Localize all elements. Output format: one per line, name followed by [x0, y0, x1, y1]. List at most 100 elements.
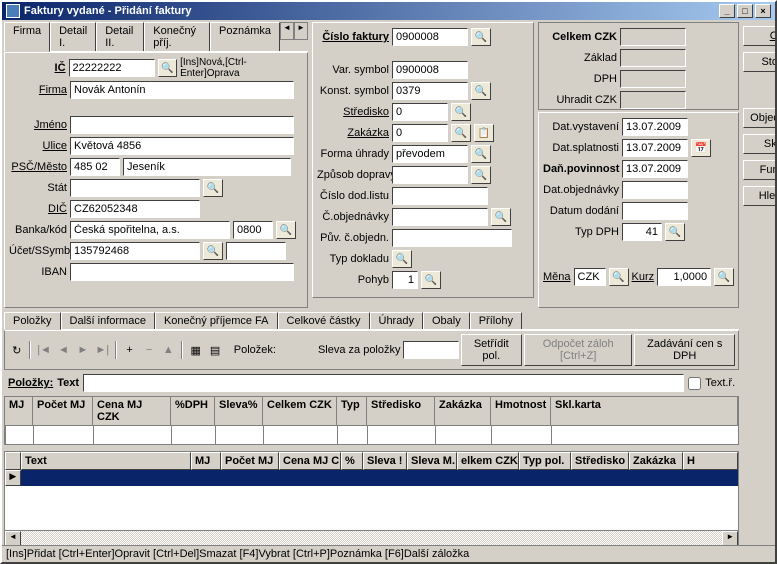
refresh-icon[interactable]: ↻ — [8, 340, 25, 360]
edit-icon[interactable]: ▲ — [160, 340, 177, 360]
dph-cell[interactable] — [171, 426, 215, 444]
sleva-input[interactable] — [403, 341, 459, 359]
ic-lookup-icon[interactable]: 🔍 — [158, 59, 178, 77]
stred-lookup-icon[interactable]: 🔍 — [451, 103, 471, 121]
mena-lookup-icon[interactable]: 🔍 — [609, 268, 629, 286]
tab-poznamka[interactable]: Poznámka — [210, 22, 280, 51]
dic-input[interactable] — [70, 200, 200, 218]
danpov-input[interactable] — [622, 160, 688, 178]
doprava-input[interactable] — [392, 166, 468, 184]
close-button[interactable]: × — [755, 4, 771, 18]
iban-input[interactable] — [70, 263, 294, 281]
celkem-cell[interactable] — [263, 426, 337, 444]
table-row[interactable] — [21, 470, 738, 486]
row-indicator-icon[interactable]: ▶ — [5, 470, 21, 486]
typdok-lookup-icon[interactable]: 🔍 — [392, 250, 412, 268]
storno-button[interactable]: Storno — [743, 52, 775, 72]
minimize-button[interactable]: _ — [719, 4, 735, 18]
last-icon[interactable]: ►| — [94, 340, 111, 360]
first-icon[interactable]: |◄ — [35, 340, 52, 360]
cislo-lookup-icon[interactable]: 🔍 — [471, 28, 491, 46]
mj-cell[interactable] — [5, 426, 33, 444]
scroll-right-icon[interactable]: ► — [722, 531, 738, 545]
mena-input[interactable] — [574, 268, 606, 286]
pocet-cell[interactable] — [33, 426, 93, 444]
typdph-input[interactable] — [622, 223, 662, 241]
ssymb-input[interactable] — [226, 242, 286, 260]
textr-checkbox[interactable] — [688, 377, 701, 390]
dodlist-input[interactable] — [392, 187, 488, 205]
stat-input[interactable] — [70, 179, 200, 197]
add-icon[interactable]: + — [121, 340, 138, 360]
mesto-input[interactable] — [123, 158, 291, 176]
stred-input[interactable] — [392, 103, 448, 121]
cobjed-input[interactable] — [392, 208, 488, 226]
odpocet-button[interactable]: Odpočet záloh [Ctrl+Z] — [524, 334, 632, 366]
tab-prev-icon[interactable]: ◄ — [280, 22, 294, 40]
psc-input[interactable] — [70, 158, 120, 176]
pohyb-input[interactable] — [392, 271, 418, 289]
splat-input[interactable] — [622, 139, 688, 157]
tab-konecnyfa[interactable]: Konečný příjemce FA — [155, 312, 278, 329]
objednavky-button[interactable]: Objednávky — [743, 108, 775, 128]
maximize-button[interactable]: □ — [737, 4, 753, 18]
typdph-lookup-icon[interactable]: 🔍 — [665, 223, 685, 241]
sklad-button[interactable]: Sklad — [743, 134, 775, 154]
setridit-button[interactable]: Setřídit pol. — [461, 334, 523, 366]
jmeno-input[interactable] — [70, 116, 294, 134]
var-input[interactable] — [392, 61, 468, 79]
sleva-cell[interactable] — [215, 426, 263, 444]
forma-input[interactable] — [392, 145, 468, 163]
next-icon[interactable]: ► — [74, 340, 91, 360]
kurz-input[interactable] — [657, 268, 711, 286]
cislo-input[interactable] — [392, 28, 468, 46]
hmot-cell[interactable] — [491, 426, 551, 444]
splat-cal-icon[interactable]: 📅 — [691, 139, 711, 157]
grid-scroll-h[interactable]: ◄ ► — [5, 530, 738, 545]
stred-cell[interactable] — [367, 426, 435, 444]
konst-lookup-icon[interactable]: 🔍 — [471, 82, 491, 100]
tab-next-icon[interactable]: ► — [294, 22, 308, 40]
banka-input[interactable] — [70, 221, 230, 239]
cena-cell[interactable] — [93, 426, 171, 444]
funkce-button[interactable]: Funkce — [743, 160, 775, 180]
mode-a-icon[interactable]: ▦ — [187, 340, 204, 360]
prev-icon[interactable]: ◄ — [55, 340, 72, 360]
ok-button[interactable]: OK — [743, 26, 775, 46]
doprava-lookup-icon[interactable]: 🔍 — [471, 166, 491, 184]
items-grid[interactable]: Text MJ Počet MJ Cena MJ C % Sleva ! Sle… — [4, 451, 739, 545]
tab-konecny[interactable]: Konečný příj. — [144, 22, 210, 51]
mode-b-icon[interactable]: ▤ — [206, 340, 223, 360]
cobjed-lookup-icon[interactable]: 🔍 — [491, 208, 511, 226]
tab-uhrady[interactable]: Úhrady — [370, 312, 423, 329]
zakazka-input[interactable] — [392, 124, 448, 142]
remove-icon[interactable]: − — [140, 340, 157, 360]
tab-prilohy[interactable]: Přílohy — [470, 312, 522, 329]
zak-cell[interactable] — [435, 426, 491, 444]
zakazka-lookup-icon[interactable]: 🔍 — [451, 124, 471, 142]
ulice-input[interactable] — [70, 137, 294, 155]
scroll-left-icon[interactable]: ◄ — [5, 531, 21, 545]
objed-input[interactable] — [622, 181, 688, 199]
stat-lookup-icon[interactable]: 🔍 — [203, 179, 223, 197]
tab-detail1[interactable]: Detail I. — [50, 22, 96, 51]
zakazka-pick-icon[interactable]: 📋 — [474, 124, 494, 142]
ic-input[interactable] — [69, 59, 155, 77]
ucet-input[interactable] — [70, 242, 200, 260]
puvobj-input[interactable] — [392, 229, 512, 247]
dodani-input[interactable] — [622, 202, 688, 220]
banka-lookup-icon[interactable]: 🔍 — [276, 221, 296, 239]
typ-cell[interactable] — [337, 426, 367, 444]
zadavani-button[interactable]: Zadávání cen s DPH — [634, 334, 735, 366]
firma-input[interactable] — [70, 81, 294, 99]
text-input[interactable] — [83, 374, 684, 392]
skl-cell[interactable] — [551, 426, 738, 444]
tab-obaly[interactable]: Obaly — [423, 312, 470, 329]
ucet-lookup-icon[interactable]: 🔍 — [203, 242, 223, 260]
tab-detail2[interactable]: Detail II. — [96, 22, 144, 51]
konst-input[interactable] — [392, 82, 468, 100]
vyst-input[interactable] — [622, 118, 688, 136]
hledani-button[interactable]: Hledání — [743, 186, 775, 206]
tab-dalsi[interactable]: Další informace — [61, 312, 155, 329]
tab-celkove[interactable]: Celkové částky — [278, 312, 370, 329]
